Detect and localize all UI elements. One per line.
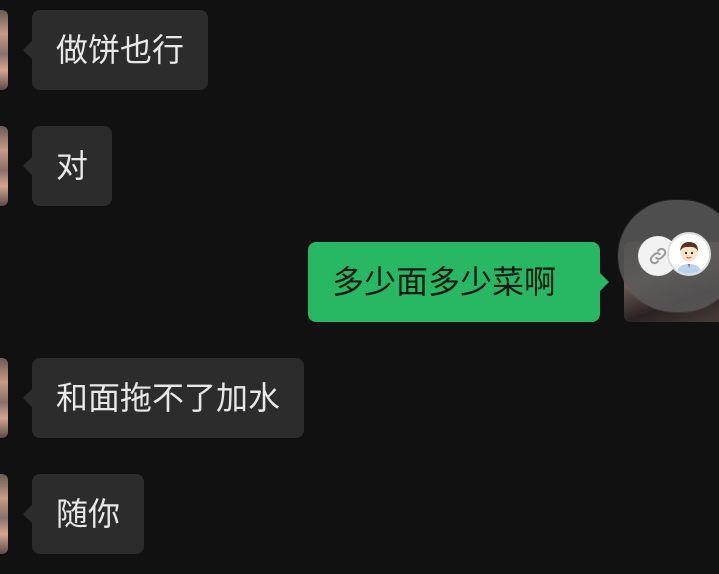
contact-avatar[interactable]	[0, 358, 8, 438]
contact-avatar[interactable]	[0, 10, 8, 90]
message-text: 做饼也行	[56, 31, 185, 69]
message-text: 对	[56, 147, 89, 185]
outgoing-message-bubble[interactable]: 多少面多少菜啊	[308, 242, 609, 322]
message-text: 多少面多少菜啊	[332, 263, 557, 301]
incoming-message-bubble[interactable]: 和面拖不了加水	[22, 358, 305, 438]
cartoon-boy-avatar-icon[interactable]	[667, 232, 711, 276]
incoming-message-bubble[interactable]: 对	[22, 126, 113, 206]
message-text: 随你	[56, 495, 121, 533]
incoming-message-bubble[interactable]: 做饼也行	[22, 10, 209, 90]
contact-avatar[interactable]	[0, 126, 8, 206]
incoming-message-bubble[interactable]: 随你	[22, 474, 145, 554]
message-text: 和面拖不了加水	[56, 379, 281, 417]
chat-conversation: 做饼也行 对 多少面多少菜啊 和面拖不了加水 随你	[0, 0, 719, 574]
contact-avatar[interactable]	[0, 474, 8, 554]
